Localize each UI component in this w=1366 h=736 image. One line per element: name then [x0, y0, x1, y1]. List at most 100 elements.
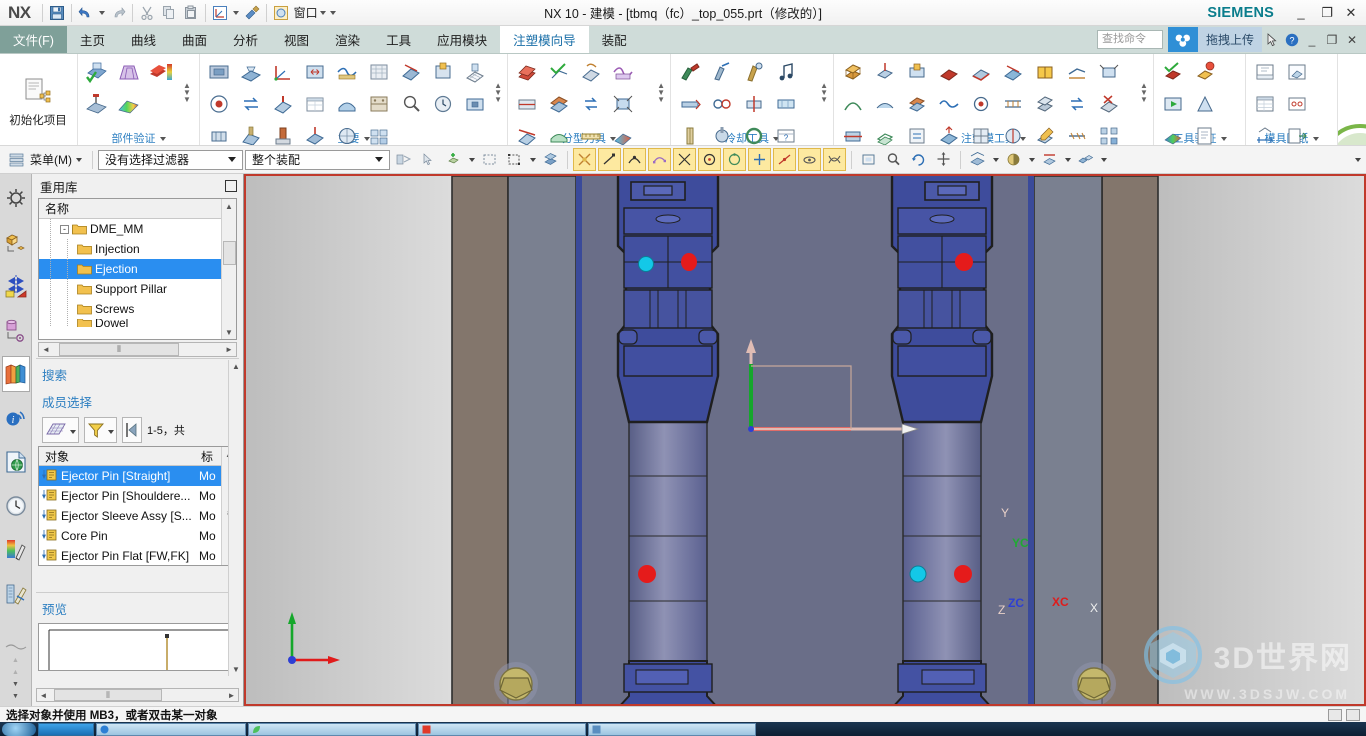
edge-patch-icon[interactable] — [965, 56, 997, 88]
fit-view-icon[interactable] — [857, 148, 880, 171]
workpiece-icon[interactable] — [203, 56, 235, 88]
cooling-channel-icon[interactable] — [770, 88, 802, 120]
scroll-down-icon[interactable]: ▼ — [232, 665, 240, 676]
existing-point-icon[interactable] — [748, 148, 771, 171]
select-feature-icon[interactable] — [417, 148, 440, 171]
group-scroll-cooling[interactable]: ▲ ▼ ▼ — [818, 79, 830, 106]
chevron-down-icon[interactable] — [160, 132, 166, 144]
delete-face-icon[interactable] — [1093, 88, 1125, 120]
chevron-down-icon[interactable] — [1221, 132, 1227, 144]
swap-model-icon[interactable] — [575, 88, 607, 120]
ribbon-minimize-button[interactable]: _ — [1302, 33, 1322, 47]
split-solid-tool-icon[interactable] — [869, 56, 901, 88]
mold-parting-icon[interactable] — [113, 56, 145, 88]
arc-center-icon[interactable] — [698, 148, 721, 171]
scroll-up-icon-2[interactable]: ▲ — [12, 669, 19, 676]
taskbar-item-3[interactable] — [418, 722, 586, 736]
scroll-up-icon[interactable]: ▲ — [225, 199, 233, 213]
tab-view[interactable]: 视图 — [271, 26, 322, 53]
palette-icon[interactable] — [2, 532, 30, 568]
prev-page-button[interactable] — [122, 417, 142, 443]
standard-part-icon[interactable] — [203, 120, 235, 145]
tab-home[interactable]: 主页 — [67, 26, 118, 53]
two-curve-intersection-icon[interactable] — [823, 148, 846, 171]
offset-region-icon[interactable] — [869, 120, 901, 145]
pattern-face-icon[interactable] — [1093, 120, 1125, 145]
slider-lifter-icon[interactable] — [235, 120, 267, 145]
cooling-connect-icon[interactable] — [706, 88, 738, 120]
tree-node-screws[interactable]: Screws — [39, 299, 221, 319]
start-orb-icon[interactable] — [2, 722, 36, 736]
undo-icon[interactable] — [75, 2, 97, 24]
scroll-right-icon[interactable]: ► — [222, 345, 236, 354]
help-info-icon[interactable]: i — [2, 400, 30, 436]
window-dropdown-caret[interactable] — [318, 2, 328, 24]
wcs-dropdown-caret[interactable] — [231, 2, 241, 24]
tree-node-dme-mm[interactable]: - DME_MM — [39, 219, 221, 239]
cooling-baffle-icon[interactable] — [674, 120, 706, 145]
internet-explorer-icon[interactable] — [2, 444, 30, 480]
cooling-extend-icon[interactable] — [674, 88, 706, 120]
tab-curve[interactable]: 曲线 — [118, 26, 169, 53]
cooling-plug-icon[interactable] — [706, 120, 738, 145]
sew-surface-icon[interactable] — [997, 88, 1029, 120]
titlebar-minimize-button[interactable]: _ — [1288, 2, 1314, 24]
copy-icon[interactable] — [158, 2, 180, 24]
tree-node-dowel[interactable]: Dowel — [39, 319, 221, 327]
trim-solid-icon[interactable] — [511, 120, 543, 145]
scroll-more-icon[interactable]: ▼ — [183, 95, 191, 103]
magnify-icon[interactable] — [395, 88, 427, 120]
tab-surface[interactable]: 曲面 — [169, 26, 220, 53]
selection-filter-combo[interactable]: 没有选择过滤器 — [98, 149, 243, 170]
resource-bar-overflow[interactable]: ▲ ▲ ▼ ▼ — [5, 642, 27, 706]
roles-icon[interactable] — [2, 576, 30, 612]
mold-cavity-icon[interactable] — [81, 88, 113, 120]
parting-navigator-icon[interactable] — [511, 56, 543, 88]
shade-caret[interactable] — [1027, 148, 1036, 171]
face-select-icon[interactable] — [478, 148, 501, 171]
tab-render[interactable]: 渲染 — [322, 26, 373, 53]
drawing-hole-table-icon[interactable] — [1281, 88, 1313, 120]
tool-draft-icon[interactable] — [1189, 88, 1221, 120]
drawing-export-icon[interactable] — [1281, 120, 1313, 145]
tool-report-icon[interactable] — [1189, 120, 1221, 145]
profile-split-icon[interactable] — [1029, 56, 1061, 88]
chevron-down-icon[interactable] — [67, 423, 76, 437]
sub-insert-icon[interactable] — [427, 56, 459, 88]
taskbar-item-2[interactable] — [248, 722, 416, 736]
cloud-share-icon[interactable] — [1167, 27, 1198, 52]
scroll-up-icon[interactable]: ▲ — [232, 360, 240, 371]
mold-csys-icon[interactable] — [267, 56, 299, 88]
cooling-cut-icon[interactable] — [738, 88, 770, 120]
scroll-more-icon[interactable]: ▼ — [494, 95, 502, 103]
cooling-query-icon[interactable]: ? — [770, 120, 802, 145]
tool-interference-icon[interactable] — [1189, 56, 1221, 88]
tool-simulate-icon[interactable] — [1157, 88, 1189, 120]
mold-layers-icon[interactable] — [145, 56, 177, 88]
pin-icon[interactable] — [225, 180, 237, 192]
control-point-icon[interactable] — [648, 148, 671, 171]
region-analysis-icon[interactable] — [607, 120, 639, 145]
pocket-icon[interactable] — [459, 88, 491, 120]
exchange-icon[interactable] — [235, 88, 267, 120]
chevron-down-icon[interactable] — [76, 157, 82, 162]
tab-file[interactable]: 文件(F) — [0, 26, 67, 53]
wave-link-icon[interactable] — [933, 88, 965, 120]
assembly-navigator-icon[interactable] — [2, 180, 30, 216]
taskbar-item-1[interactable] — [96, 722, 246, 736]
design-parting-icon[interactable] — [607, 56, 639, 88]
point-on-face-icon[interactable] — [798, 148, 821, 171]
tree-vertical-scrollbar[interactable]: ▲ ▼ — [221, 199, 236, 339]
ribbon-restore-button[interactable]: ❐ — [1322, 33, 1342, 47]
zoom-icon[interactable] — [882, 148, 905, 171]
tab-applications[interactable]: 应用模块 — [424, 26, 500, 53]
cavity-split-icon[interactable] — [901, 88, 933, 120]
info-icon[interactable] — [1328, 708, 1342, 721]
edit-parting-surface-icon[interactable] — [511, 88, 543, 120]
scroll-left-icon[interactable]: ◄ — [39, 345, 53, 354]
chevron-down-icon[interactable] — [1313, 132, 1319, 144]
group-scroll-part-validation[interactable]: ▲ ▼ ▼ — [181, 79, 193, 106]
create-box-icon[interactable] — [837, 56, 869, 88]
mesh-icon[interactable] — [459, 56, 491, 88]
drawing-bom-icon[interactable] — [1249, 88, 1281, 120]
